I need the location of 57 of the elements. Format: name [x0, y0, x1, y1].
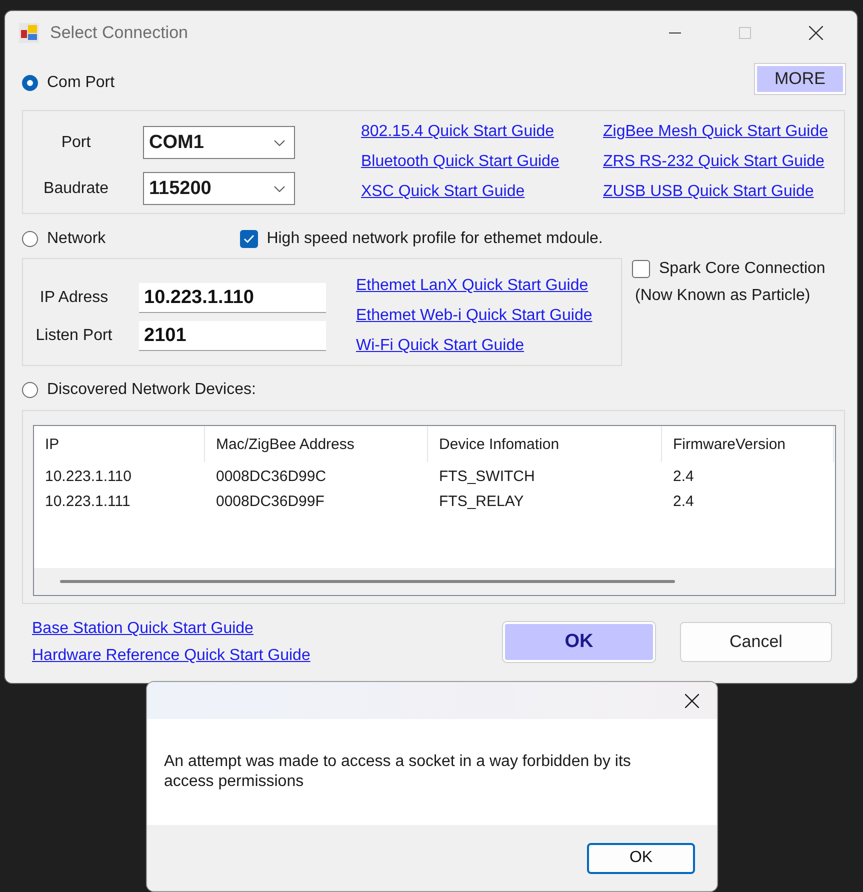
network-label: Network [47, 230, 106, 248]
column-header[interactable]: IP [34, 426, 205, 462]
input-field[interactable]: 10.223.1.110 [139, 283, 326, 313]
network-radio[interactable] [22, 231, 38, 247]
chevron-down-icon [274, 186, 285, 192]
column-header[interactable]: Mac/ZigBee Address [205, 426, 428, 462]
checkmark-icon [242, 234, 255, 244]
field-label: Port [60, 134, 92, 152]
field-label: IP Adress [38, 289, 110, 307]
scrollbar[interactable] [34, 568, 835, 595]
column-header[interactable]: Device Infomation [428, 426, 662, 462]
more-button[interactable]: MORE [755, 64, 845, 94]
checkbox-label: Spark Core Connection [659, 260, 826, 278]
window-title: Select Connection [50, 23, 188, 43]
error-message: An attempt was made to access a socket in a way forbidden by its access permissions [164, 752, 632, 792]
close-icon[interactable] [685, 694, 699, 708]
guide-link[interactable]: XSC Quick Start Guide [361, 177, 525, 207]
checkbox-label: High speed network profile for ethemet mdoule. [266, 230, 603, 248]
maximize-icon [739, 27, 751, 39]
table-cell-text: 10.223.1.110 [44, 468, 132, 485]
guide-link[interactable]: Wi-Fi Quick Start Guide [356, 331, 524, 361]
com-port-label: Com Port [47, 74, 115, 92]
guide-link[interactable]: Base Station Quick Start Guide [32, 615, 310, 642]
checkbox[interactable] [632, 260, 650, 278]
table-cell-text: 2.4 [672, 468, 695, 485]
guide-link[interactable]: Hardware Reference Quick Start Guide [32, 642, 310, 669]
discovered-radio[interactable] [22, 382, 38, 398]
table-cell-text: 0008DC36D99F [215, 493, 326, 510]
input-field[interactable]: 2101 [139, 321, 326, 351]
column-header[interactable]: FirmwareVersion [662, 426, 834, 462]
cancel-button[interactable]: Cancel [680, 622, 832, 662]
close-icon[interactable] [809, 26, 823, 40]
guide-link[interactable]: Ethemet Web-i Quick Start Guide [356, 301, 592, 331]
scrollbar-thumb[interactable] [60, 580, 675, 583]
app-icon [19, 23, 39, 43]
checkbox[interactable] [240, 230, 258, 248]
discovered-label: Discovered Network Devices: [47, 381, 256, 399]
chevron-down-icon [274, 140, 285, 146]
guide-link[interactable]: 802.15.4 Quick Start Guide [361, 117, 554, 147]
table-cell-text: FTS_RELAY [438, 493, 525, 510]
guide-link[interactable]: ZRS RS-232 Quick Start Guide [603, 147, 824, 177]
guide-link[interactable]: ZUSB USB Quick Start Guide [603, 177, 814, 207]
guide-link[interactable]: ZigBee Mesh Quick Start Guide [603, 117, 828, 147]
field-label: Listen Port [34, 327, 114, 345]
ok-button[interactable]: OK [503, 622, 655, 662]
table-cell-text: FTS_SWITCH [438, 468, 536, 485]
note-text: (Now Known as Particle) [635, 287, 812, 305]
ok-button[interactable]: OK [587, 842, 695, 874]
table-cell-text: 0008DC36D99C [215, 468, 328, 485]
table-cell-text: 2.4 [672, 493, 695, 510]
guide-link[interactable]: Bluetooth Quick Start Guide [361, 147, 560, 177]
dropdown[interactable]: COM1 [143, 126, 295, 159]
field-label: Baudrate [42, 180, 110, 198]
com-port-radio[interactable] [22, 74, 38, 90]
dropdown[interactable]: 115200 [143, 172, 295, 205]
guide-link[interactable]: Ethemet LanX Quick Start Guide [356, 271, 588, 301]
table-cell-text: 10.223.1.111 [44, 493, 132, 510]
